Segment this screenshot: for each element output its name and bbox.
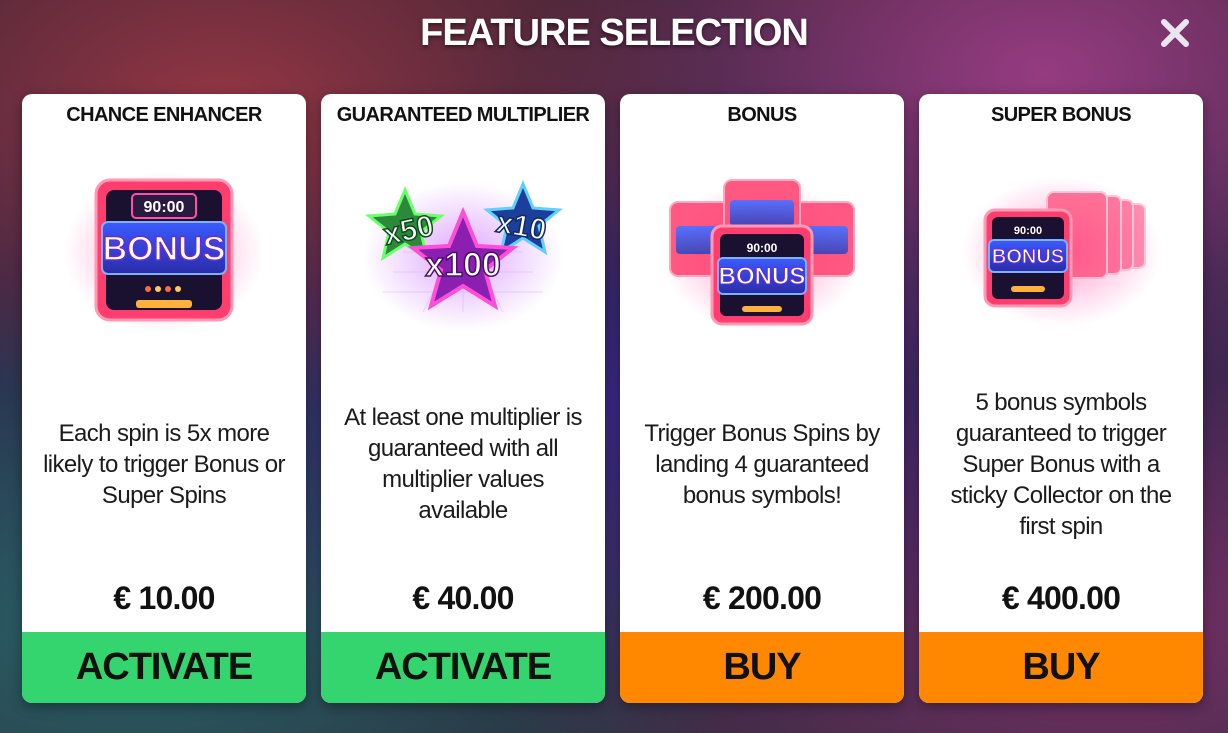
svg-text:BONUS: BONUS	[103, 230, 226, 268]
close-icon[interactable]	[1158, 16, 1192, 50]
feature-cards: CHANCE ENHANCER 90:00 BONUS Each spin is…	[22, 94, 1203, 703]
multiplier-stars-icon: x50 x10 x100	[363, 180, 563, 332]
card-price: € 10.00	[113, 580, 215, 616]
svg-text:BONUS: BONUS	[992, 246, 1064, 268]
card-title: GUARANTEED MULTIPLIER	[336, 104, 590, 126]
svg-text:BONUS: BONUS	[719, 263, 806, 290]
buy-button[interactable]: BUY	[919, 632, 1203, 703]
bonus-signs-row-icon: 90:00 BONUS	[961, 177, 1161, 327]
card-price: € 200.00	[702, 580, 822, 616]
activate-button[interactable]: ACTIVATE	[321, 632, 605, 703]
buy-button[interactable]: BUY	[620, 632, 904, 703]
card-title: BONUS	[727, 104, 797, 126]
card-price: € 40.00	[412, 580, 514, 616]
feature-card-chance-enhancer: CHANCE ENHANCER 90:00 BONUS Each spin is…	[22, 94, 306, 703]
card-description: At least one multiplier is guaranteed wi…	[344, 404, 582, 524]
card-description: Trigger Bonus Spins by landing 4 guarant…	[644, 419, 880, 509]
card-description: 5 bonus symbols guaranteed to trigger Su…	[950, 388, 1173, 540]
svg-text:90:00: 90:00	[144, 199, 185, 216]
page-title: FEATURE SELECTION	[420, 12, 809, 54]
card-title: SUPER BONUS	[990, 104, 1132, 126]
card-description: Each spin is 5x more likely to trigger B…	[43, 419, 285, 509]
bonus-signs-stack-icon: 90:00 BONUS	[662, 179, 862, 332]
activate-button[interactable]: ACTIVATE	[22, 632, 306, 703]
feature-card-guaranteed-multiplier: GUARANTEED MULTIPLIER x50 x10 x100 At le…	[321, 94, 605, 703]
feature-card-bonus: BONUS 90:00 BONUS Trigger Bonus Spins by…	[620, 94, 904, 703]
card-price: € 400.00	[1001, 580, 1121, 616]
bonus-sign-icon: 90:00 BONUS	[64, 172, 264, 332]
card-title: CHANCE ENHANCER	[66, 104, 262, 126]
svg-text:x100: x100	[425, 246, 501, 284]
svg-text:90:00: 90:00	[1014, 225, 1042, 237]
svg-text:90:00: 90:00	[747, 241, 778, 255]
feature-card-super-bonus: SUPER BONUS 90:00 BONUS 5 bonus symbols …	[919, 94, 1203, 703]
